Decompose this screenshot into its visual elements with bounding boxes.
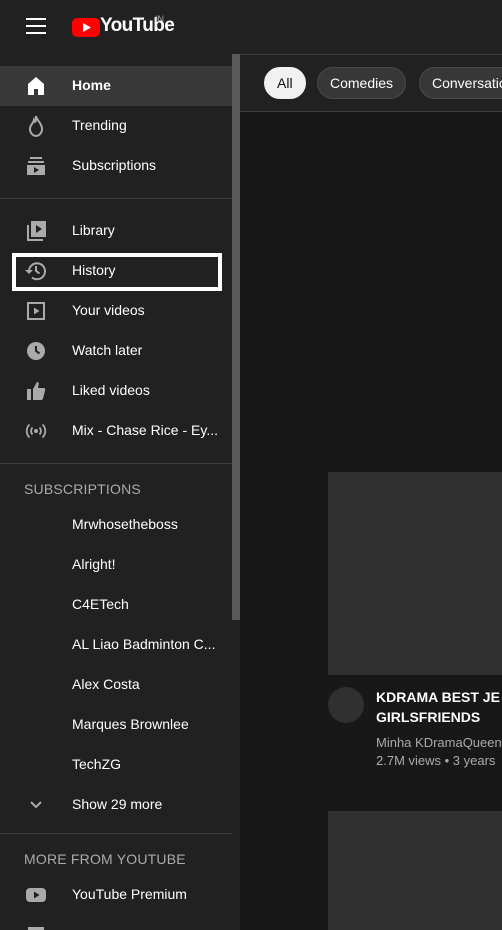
your-videos-icon xyxy=(27,302,45,320)
youtube-premium-icon xyxy=(26,888,46,902)
divider xyxy=(0,463,232,464)
video-channel[interactable]: Minha KDramaQueen xyxy=(376,735,502,750)
chips-bar: All Comedies Conversation xyxy=(240,54,502,112)
sidebar-item-subscription[interactable]: Marques Brownlee xyxy=(0,705,232,745)
masthead: YouTube IN xyxy=(0,0,502,54)
video-thumbnail[interactable] xyxy=(328,472,502,675)
sidebar-item-label: Marques Brownlee xyxy=(72,716,189,732)
home-icon xyxy=(28,77,44,95)
menu-icon[interactable] xyxy=(26,18,46,34)
youtube-logo-icon[interactable] xyxy=(72,15,100,39)
mix-radio-icon xyxy=(25,423,47,439)
sidebar-item-subscription[interactable]: Mrwhosetheboss xyxy=(0,505,232,545)
sidebar-item-subscriptions[interactable]: Subscriptions xyxy=(0,146,232,186)
sidebar-item-subscription[interactable]: Alex Costa xyxy=(0,665,232,705)
sidebar-item-label: History xyxy=(72,262,116,278)
sidebar-item-subscription[interactable]: C4ETech xyxy=(0,585,232,625)
more-from-youtube-header: MORE FROM YOUTUBE xyxy=(24,851,186,867)
sidebar-item-label: Alright! xyxy=(72,556,116,572)
chip-all[interactable]: All xyxy=(264,67,306,99)
sidebar-item-label: C4ETech xyxy=(72,596,129,612)
scrollbar-thumb[interactable] xyxy=(232,54,240,620)
sidebar-item-mix-playlist[interactable]: Mix - Chase Rice - Ey... xyxy=(0,411,232,451)
sidebar-item-watch-later[interactable]: Watch later xyxy=(0,331,232,371)
sidebar-item-your-videos[interactable]: Your videos xyxy=(0,291,232,331)
library-icon xyxy=(27,221,46,241)
video-title[interactable]: KDRAMA BEST JE GIRLSFRIENDS xyxy=(376,687,502,727)
sidebar-item-label: Subscriptions xyxy=(72,157,157,173)
show-more-label: Show 29 more xyxy=(72,796,163,812)
sidebar-item-home[interactable]: Home xyxy=(0,66,232,106)
sidebar-item-partial[interactable] xyxy=(0,915,232,930)
sidebar-item-label: Home xyxy=(72,77,111,93)
sidebar-item-label: Liked videos xyxy=(72,382,150,398)
sidebar-scrollbar[interactable] xyxy=(232,54,240,930)
sidebar-item-label: Your videos xyxy=(72,302,145,318)
chip-comedies[interactable]: Comedies xyxy=(317,67,407,99)
sidebar-item-label: YouTube Premium xyxy=(72,886,187,902)
sidebar-item-label: TechZG xyxy=(72,756,122,772)
sidebar: Home Trending Subscriptions Library Hist… xyxy=(0,54,232,930)
sidebar-item-label: Watch later xyxy=(72,342,143,358)
sidebar-item-label: Library xyxy=(72,222,115,238)
sidebar-item-subscription[interactable]: Alright! xyxy=(0,545,232,585)
thumbs-up-icon xyxy=(27,382,46,400)
flame-icon xyxy=(28,115,44,138)
sidebar-item-history[interactable]: History xyxy=(0,251,232,291)
video-thumbnail[interactable] xyxy=(328,811,502,930)
sidebar-item-label: Alex Costa xyxy=(72,676,140,692)
show-more-button[interactable]: Show 29 more xyxy=(0,785,232,825)
chip-conversation[interactable]: Conversation xyxy=(419,67,502,99)
sidebar-item-label: Mix - Chase Rice - Ey... xyxy=(72,422,218,438)
chevron-down-icon xyxy=(30,801,42,809)
sidebar-item-liked-videos[interactable]: Liked videos xyxy=(0,371,232,411)
history-icon xyxy=(25,262,46,281)
sidebar-item-subscription[interactable]: TechZG xyxy=(0,745,232,785)
sidebar-item-label: Mrwhosetheboss xyxy=(72,516,178,532)
region-code: IN xyxy=(155,14,164,24)
divider xyxy=(0,198,232,199)
movies-icon xyxy=(28,927,44,930)
sidebar-item-library[interactable]: Library xyxy=(0,211,232,251)
subscriptions-header: SUBSCRIPTIONS xyxy=(24,481,141,497)
sidebar-item-label: AL Liao Badminton C... xyxy=(72,636,216,652)
sidebar-item-youtube-premium[interactable]: YouTube Premium xyxy=(0,875,232,915)
sidebar-item-subscription[interactable]: AL Liao Badminton C... xyxy=(0,625,232,665)
channel-avatar[interactable] xyxy=(328,687,364,723)
video-meta: 2.7M views • 3 years xyxy=(376,753,496,768)
main-content: All Comedies Conversation KDRAMA BEST JE… xyxy=(240,54,502,930)
sidebar-item-trending[interactable]: Trending xyxy=(0,106,232,146)
divider xyxy=(0,833,232,834)
sidebar-item-label: Trending xyxy=(72,117,127,133)
clock-icon xyxy=(27,342,45,360)
subscriptions-icon xyxy=(27,157,45,175)
